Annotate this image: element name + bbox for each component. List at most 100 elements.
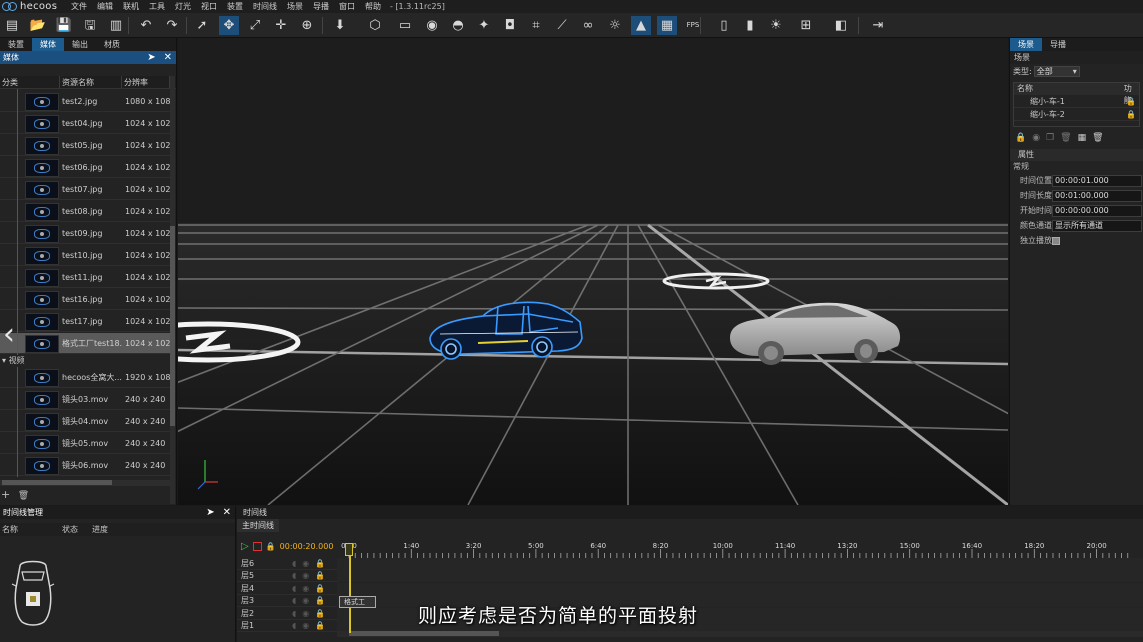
media-row[interactable]: 镜头05.mov 240 x 240 xyxy=(0,433,170,454)
layer-row[interactable]: 层5 ◖◉🔒 xyxy=(237,570,1143,583)
tab-0[interactable]: 场景 xyxy=(1010,38,1042,51)
dome-icon[interactable]: ◓ xyxy=(448,16,468,35)
save-icon[interactable]: 💾 xyxy=(54,16,74,35)
media-row[interactable]: 镜头06.mov 240 x 240 xyxy=(0,455,170,476)
eye-icon[interactable]: ◉ xyxy=(422,16,442,35)
3d-viewport[interactable] xyxy=(178,38,1008,505)
chevron-left-icon[interactable]: ‹ xyxy=(3,320,15,350)
property-value-field[interactable]: 00:00:01.000 xyxy=(1052,174,1142,187)
timeline-clip[interactable]: 格式工 xyxy=(339,596,376,608)
solo-play-checkbox[interactable] xyxy=(1052,236,1060,245)
tab-main-timeline[interactable]: 主时间线 xyxy=(237,519,279,532)
menu-item[interactable]: 窗口 xyxy=(334,1,360,12)
layer-visibility-icons[interactable]: ◖◉🔒 xyxy=(292,620,331,632)
layer-visibility-icons[interactable]: ◖◉🔒 xyxy=(292,595,331,607)
table-icon[interactable]: ▦ xyxy=(1078,133,1087,147)
layer-track[interactable] xyxy=(337,570,1143,583)
rocket-icon[interactable]: ▲ xyxy=(631,16,651,35)
ruler-icon[interactable]: ⟋ xyxy=(552,16,572,35)
layer-track[interactable] xyxy=(337,558,1143,570)
media-row[interactable]: 镜头04.mov 240 x 240 xyxy=(0,411,170,432)
pin-icon[interactable]: ➤ xyxy=(147,51,155,64)
move-icon[interactable]: ✥ xyxy=(219,16,239,35)
tab-1[interactable]: 媒体 xyxy=(32,38,64,51)
undo-icon[interactable]: ↶ xyxy=(136,16,156,35)
link-icon[interactable]: ∞ xyxy=(578,16,598,35)
menu-item[interactable]: 装置 xyxy=(222,1,248,12)
column-function[interactable]: 功能 xyxy=(1121,83,1139,105)
eye-icon[interactable]: ◉ xyxy=(1032,133,1040,147)
menu-item[interactable]: 编辑 xyxy=(92,1,118,12)
add-icon[interactable]: + xyxy=(1,488,10,501)
media-row[interactable]: test07.jpg 1024 x 1024 xyxy=(0,179,171,200)
media-row[interactable]: test10.jpg 1024 x 1024 xyxy=(0,245,171,266)
save-as-icon[interactable]: 🖫 xyxy=(80,16,100,35)
column-name[interactable]: 名称 xyxy=(0,523,60,536)
open-folder-icon[interactable]: 📂 xyxy=(28,16,48,35)
video-group-row[interactable]: ▾ 视频 xyxy=(0,355,170,367)
column-resolution[interactable]: 分辨率 xyxy=(122,76,170,88)
close-icon[interactable]: ✕ xyxy=(164,51,172,64)
lock-icon[interactable]: 🔒 xyxy=(1126,95,1136,108)
media-row[interactable]: test16.jpg 1024 x 1024 xyxy=(0,289,171,310)
property-value-field[interactable]: 00:01:00.000 xyxy=(1052,189,1142,202)
media-list-scrollbar[interactable] xyxy=(170,76,175,504)
timeline-hscrollbar[interactable] xyxy=(337,631,1143,637)
menu-item[interactable]: 联机 xyxy=(118,1,144,12)
new-scene-icon[interactable]: ▤ xyxy=(2,16,22,35)
menu-item[interactable]: 文件 xyxy=(66,1,92,12)
layer-visibility-icons[interactable]: ◖◉🔒 xyxy=(292,570,331,582)
layer-visibility-icons[interactable]: ◖◉🔒 xyxy=(292,558,331,570)
weather-icon[interactable]: ☀ xyxy=(766,16,786,35)
column-category[interactable]: 分类 xyxy=(0,76,60,88)
menu-item[interactable]: 灯光 xyxy=(170,1,196,12)
media-list-hscrollbar[interactable] xyxy=(0,480,170,486)
camera-icon[interactable]: ◘ xyxy=(500,16,520,35)
media-row[interactable]: 镜头03.mov 240 x 240 xyxy=(0,389,170,410)
exit-icon[interactable]: ⇥ xyxy=(868,16,888,35)
pin-icon[interactable]: ➤ xyxy=(206,506,214,519)
lock-icon[interactable]: 🔒 xyxy=(1015,133,1026,147)
tab-0[interactable]: 装置 xyxy=(0,38,32,51)
stop-icon[interactable] xyxy=(252,541,262,551)
pan-icon[interactable]: ✛ xyxy=(271,16,291,35)
import-icon[interactable]: ⬇ xyxy=(330,16,350,35)
close-icon[interactable]: ✕ xyxy=(223,506,231,519)
media-row[interactable]: test11.jpg 1024 x 1024 xyxy=(0,267,171,288)
playhead[interactable] xyxy=(349,543,351,633)
column-progress[interactable]: 进度 xyxy=(90,523,108,536)
layer-row[interactable]: 层4 ◖◉🔒 xyxy=(237,582,1143,595)
property-value-field[interactable]: 00:00:00.000 xyxy=(1052,204,1142,217)
column-status[interactable]: 状态 xyxy=(60,523,90,536)
layer-visibility-icons[interactable]: ◖◉🔒 xyxy=(292,608,331,620)
focus-icon[interactable]: ⌗ xyxy=(526,16,546,35)
media-row[interactable]: hecoos全窝大... 1920 x 1080 xyxy=(0,367,171,388)
layer-visibility-icons[interactable]: ◖◉🔒 xyxy=(292,583,331,595)
light-icon[interactable]: ✦ xyxy=(474,16,494,35)
layer-row[interactable]: 层6 ◖◉🔒 xyxy=(237,558,1143,570)
split-view-icon[interactable]: ◧ xyxy=(831,16,851,35)
projector-icon[interactable]: ▮ xyxy=(740,16,760,35)
lock-icon[interactable]: 🔒 xyxy=(266,542,276,551)
grid-floor-icon[interactable]: ▦ xyxy=(657,16,677,35)
menu-item[interactable]: 工具 xyxy=(144,1,170,12)
menu-item[interactable]: 时间线 xyxy=(248,1,282,12)
delete-icon[interactable]: 🗑 xyxy=(1092,133,1103,147)
timeline-ruler[interactable]: 0:001:403:205:006:408:2010:0011:4013:201… xyxy=(337,539,1143,559)
menu-item[interactable]: 场景 xyxy=(282,1,308,12)
media-row[interactable]: test05.jpg 1024 x 1024 xyxy=(0,135,171,156)
tab-2[interactable]: 输出 xyxy=(64,38,96,51)
column-resource-name[interactable]: 资源名称 xyxy=(60,76,122,88)
media-row[interactable]: test08.jpg 1024 x 1024 xyxy=(0,201,171,222)
media-row[interactable]: 格式工厂test18... 1024 x 1024 xyxy=(0,333,171,354)
scene-node[interactable]: 缩小-车-1 🔒 xyxy=(1014,95,1139,108)
redo-icon[interactable]: ↷ xyxy=(162,16,182,35)
copy-icon[interactable]: ❐ xyxy=(1046,133,1054,147)
scene-node[interactable]: 缩小-车-2 🔒 xyxy=(1014,108,1139,121)
book-icon[interactable]: ▯ xyxy=(714,16,734,35)
tab-3[interactable]: 材质 xyxy=(96,38,128,51)
menu-item[interactable]: 导播 xyxy=(308,1,334,12)
layout-grid-icon[interactable]: ⊞ xyxy=(796,16,816,35)
column-name[interactable]: 名称 xyxy=(1014,83,1121,95)
text-card-icon[interactable]: ▭ xyxy=(395,16,415,35)
